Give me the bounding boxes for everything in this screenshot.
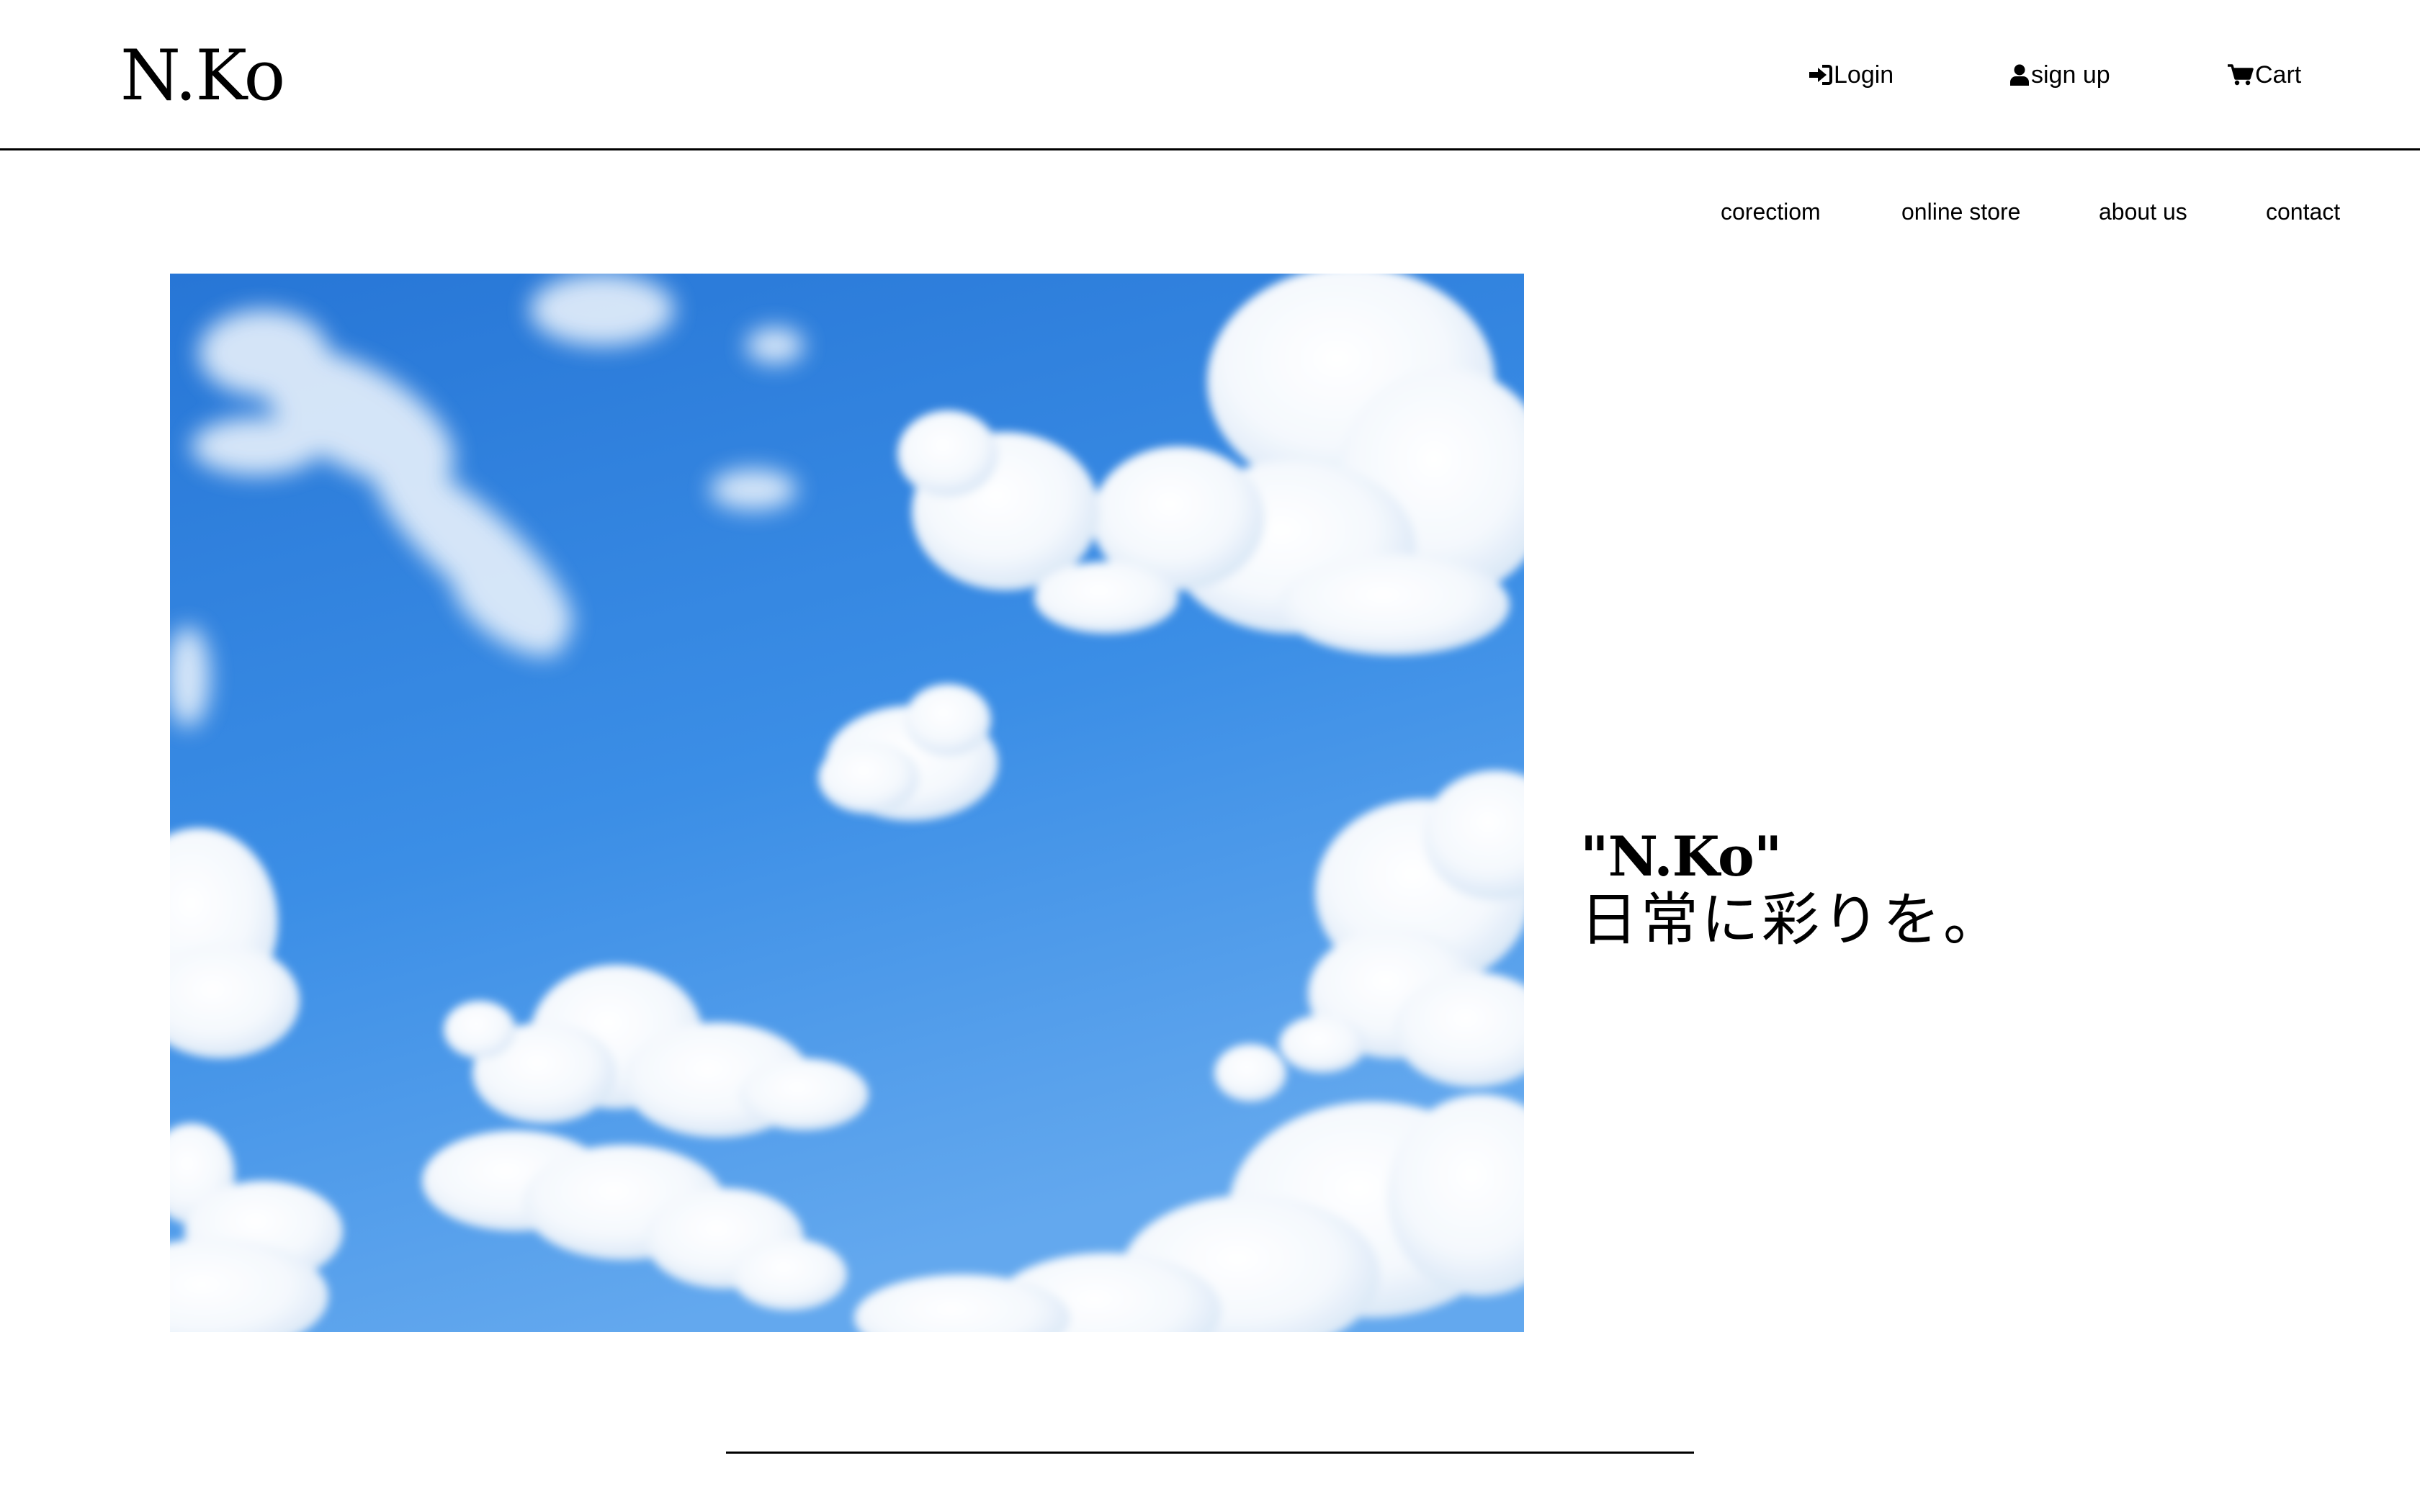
main-nav: corectiom online store about us contact: [0, 189, 2420, 235]
site-header: N.Ko Login sign up Cart: [0, 0, 2420, 150]
signup-label: sign up: [2031, 61, 2110, 89]
cart-icon: [2228, 64, 2255, 86]
nav-collection[interactable]: corectiom: [1721, 189, 1821, 235]
hero-sky-image: [170, 274, 1524, 1332]
cart-label: Cart: [2255, 61, 2302, 89]
login-icon: [1808, 64, 1834, 86]
section-divider: [726, 1452, 1694, 1454]
account-nav: Login sign up Cart: [0, 52, 2420, 98]
login-link[interactable]: Login: [1808, 52, 1894, 98]
user-icon: [2009, 64, 2031, 86]
tagline-copy: 日常に彩りを。: [1580, 886, 2004, 953]
nav-about-us[interactable]: about us: [2099, 189, 2187, 235]
cart-link[interactable]: Cart: [2228, 52, 2301, 98]
login-label: Login: [1834, 61, 1894, 89]
signup-link[interactable]: sign up: [2009, 52, 2110, 98]
nav-online-store[interactable]: online store: [1901, 189, 2020, 235]
nav-contact[interactable]: contact: [2266, 189, 2340, 235]
tagline-brand: "N.Ko": [1580, 824, 1782, 888]
hero-tagline: "N.Ko" 日常に彩りを。: [1580, 828, 2004, 955]
